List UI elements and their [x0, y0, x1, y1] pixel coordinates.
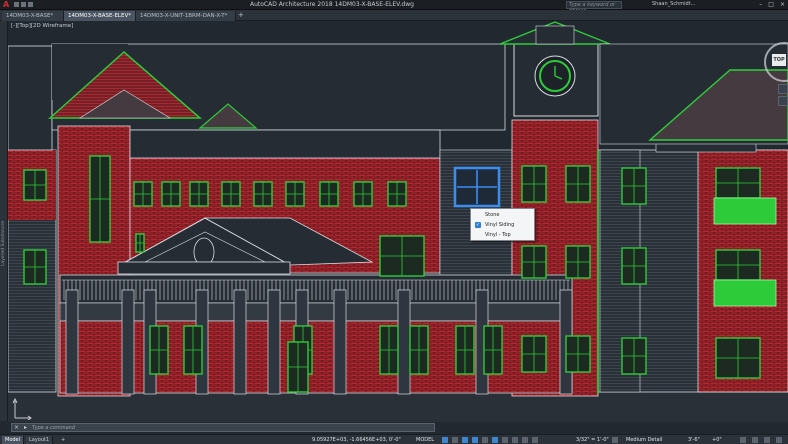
menu-item-label: Stone	[485, 212, 500, 218]
coordinate-readout: 9.05927E+03, -1.66456E+03, 0'-0"	[312, 437, 401, 443]
porch-column	[121, 289, 135, 395]
annotation-scale[interactable]: 3/32" = 1'-0"	[576, 436, 609, 444]
file-tabs: 14DM03-X-BASE* 14DM03-X-BASE-ELEV*× 14DM…	[0, 10, 788, 21]
command-line[interactable]: × ▸ Type a command	[11, 423, 435, 432]
quick-access-toolbar	[14, 2, 38, 8]
left-tool-palette[interactable]: Layered Substances	[0, 21, 8, 421]
menu-item-vinyl-top[interactable]: Vinyl - Top	[471, 230, 536, 240]
model-space-toggle[interactable]: MODEL	[416, 436, 434, 444]
cornice-band	[129, 129, 441, 159]
new-icon[interactable]	[14, 2, 19, 7]
file-tab-label: 14DM03-X-BASE-ELEV*	[68, 13, 131, 19]
ucs-icon	[12, 398, 32, 420]
pan-icon[interactable]	[778, 84, 788, 94]
osnap-icon[interactable]	[482, 437, 488, 443]
tab-model[interactable]: Model	[2, 436, 25, 444]
maximize-icon[interactable]: □	[768, 1, 774, 8]
viewport-controls[interactable]: [-][Top][2D Wireframe]	[11, 23, 73, 29]
file-tab-base-elev[interactable]: 14DM03-X-BASE-ELEV*×	[64, 11, 142, 21]
elevation-readout[interactable]: 3'-6"	[688, 436, 700, 444]
tab-layout1[interactable]: Layout1	[26, 436, 54, 444]
isolate-icon[interactable]	[740, 437, 746, 443]
porch-column	[233, 289, 247, 395]
autocad-window: A AutoCAD Architecture 2018 14DM03-X-BAS…	[0, 0, 788, 444]
checkmark-icon: ✓	[475, 222, 481, 228]
autocad-logo-icon[interactable]: A	[3, 1, 12, 9]
entablature	[117, 261, 291, 275]
user-name[interactable]: Shaan_Schmidt...	[652, 1, 695, 7]
close-icon[interactable]: ×	[780, 1, 785, 8]
command-prompt-icon: ▸	[24, 424, 28, 431]
window-title: AutoCAD Architecture 2018 14DM03-X-BASE-…	[250, 1, 414, 8]
selection-cycling-icon[interactable]	[522, 437, 528, 443]
new-tab-icon[interactable]: +	[238, 11, 244, 20]
tab-label: Layout1	[29, 437, 50, 443]
open-icon[interactable]	[21, 2, 26, 7]
ortho-icon[interactable]	[462, 437, 468, 443]
porch-column	[65, 289, 79, 395]
polar-icon[interactable]	[472, 437, 478, 443]
right-balcony-upper	[713, 197, 777, 225]
lineweight-icon[interactable]	[502, 437, 508, 443]
workspace-icon[interactable]	[612, 437, 618, 443]
tab-label: Model	[5, 437, 21, 443]
menu-item-stone[interactable]: Stone	[471, 210, 536, 220]
add-layout-icon[interactable]: +	[58, 436, 68, 444]
otrack-icon[interactable]	[492, 437, 498, 443]
porch-column	[267, 289, 281, 395]
display-configuration[interactable]: Medium Detail	[626, 436, 662, 444]
clean-screen-icon[interactable]	[764, 437, 770, 443]
menu-item-vinyl-siding[interactable]: ✓ Vinyl Siding	[471, 220, 536, 230]
annotation-icon[interactable]	[532, 437, 538, 443]
ground-band	[8, 392, 788, 422]
grid-icon[interactable]	[442, 437, 448, 443]
menu-item-label: Vinyl - Top	[485, 232, 511, 238]
file-tab-label: 14DM03-X-BASE*	[6, 13, 54, 19]
right-balcony-lower	[713, 279, 777, 307]
porch-column	[397, 289, 411, 395]
left-wing-upper	[7, 45, 53, 151]
porch-column	[333, 289, 347, 395]
clock-tower-cap	[535, 25, 575, 45]
command-close-icon[interactable]: ×	[14, 424, 19, 432]
hardware-acceleration-icon[interactable]	[752, 437, 758, 443]
command-input[interactable]: Type a command	[32, 424, 75, 432]
transparency-icon[interactable]	[512, 437, 518, 443]
minimize-icon[interactable]: –	[759, 1, 762, 8]
cut-plane-readout[interactable]: +0"	[712, 436, 722, 444]
status-bar: Model Layout1 + 9.05927E+03, -1.66456E+0…	[0, 434, 788, 444]
zoom-icon[interactable]	[778, 96, 788, 106]
file-tab-label: 14DM03-X-UNIT-1BRM-DAN-X-T*	[140, 13, 228, 19]
search-input[interactable]: Type a keyword or phrase	[566, 1, 622, 14]
palette-label: Layered Substances	[1, 220, 6, 266]
window-controls: – □ ×	[759, 1, 785, 8]
view-cube-face[interactable]: TOP	[772, 54, 786, 66]
file-tab-base[interactable]: 14DM03-X-BASE*	[2, 11, 64, 21]
menu-item-label: Vinyl Siding	[485, 222, 515, 228]
drawing-canvas[interactable]	[0, 21, 788, 434]
title-bar: A AutoCAD Architecture 2018 14DM03-X-BAS…	[0, 0, 788, 14]
snap-icon[interactable]	[452, 437, 458, 443]
view-cube[interactable]: TOP	[758, 40, 788, 110]
file-tab-unit[interactable]: 14DM03-X-UNIT-1BRM-DAN-X-T*	[136, 11, 236, 21]
customize-icon[interactable]	[776, 437, 782, 443]
context-menu: Stone ✓ Vinyl Siding Vinyl - Top	[470, 208, 535, 241]
balcony-slab	[59, 302, 573, 322]
save-icon[interactable]	[28, 2, 33, 7]
